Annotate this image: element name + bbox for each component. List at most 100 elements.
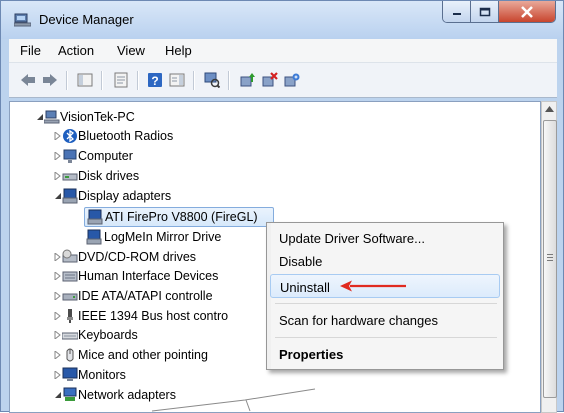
collapsed-triangle-icon[interactable]: [54, 351, 62, 359]
tree-item-disk-drives[interactable]: Disk drives: [54, 167, 254, 185]
tree-item-computer[interactable]: Computer: [54, 147, 254, 165]
collapsed-triangle-icon[interactable]: [54, 292, 62, 300]
tree-item-label: DVD/CD-ROM drives: [78, 250, 197, 264]
tree-item-label: Mice and other pointing: [78, 348, 208, 362]
network-adapter-icon: [63, 387, 77, 401]
collapsed-triangle-icon[interactable]: [54, 312, 62, 320]
help-icon[interactable]: ?: [147, 72, 163, 88]
collapsed-triangle-icon[interactable]: [54, 132, 62, 140]
tree-item-label: Human Interface Devices: [78, 269, 219, 283]
bluetooth-icon: [63, 129, 77, 143]
tree-item-label: LogMeIn Mirror Drive: [104, 230, 222, 244]
toolbar-separator: [193, 71, 195, 90]
menu-view[interactable]: View: [117, 43, 145, 58]
menu-item-label: Scan for hardware changes: [279, 313, 438, 328]
enable-device-icon[interactable]: [284, 72, 300, 88]
menu-item-update-driver[interactable]: Update Driver Software...: [270, 226, 500, 250]
tree-item-dvd-cd-rom[interactable]: DVD/CD-ROM drives: [54, 248, 254, 266]
red-arrow-annotation-icon: [340, 280, 406, 292]
toolbar-separator: [228, 71, 230, 90]
keyboard-icon: [62, 332, 78, 340]
tree-item-display-adapters[interactable]: Display adapters: [54, 187, 254, 205]
show-hide-console-tree-icon[interactable]: [77, 72, 93, 88]
expanded-triangle-icon[interactable]: [36, 113, 44, 121]
menu-separator: [275, 337, 497, 338]
collapsed-triangle-icon[interactable]: [54, 371, 62, 379]
tree-item-ati-firepro[interactable]: ATI FirePro V8800 (FireGL): [84, 207, 274, 227]
display-adapter-icon: [87, 209, 103, 225]
disk-drive-icon: [62, 173, 78, 181]
scroll-thumb[interactable]: [543, 120, 557, 398]
tree-item-label: IDE ATA/ATAPI controlle: [78, 289, 213, 303]
caption-buttons: [442, 1, 556, 23]
callout-lines: [151, 388, 316, 412]
menu-help[interactable]: Help: [165, 43, 192, 58]
expanded-triangle-icon[interactable]: [54, 192, 62, 200]
hid-icon: [62, 271, 78, 282]
close-icon: [521, 5, 533, 18]
close-button[interactable]: [499, 1, 555, 22]
toolbar-separator: [137, 71, 139, 90]
tree-item-ide-ata[interactable]: IDE ATA/ATAPI controlle: [54, 287, 254, 305]
tree-item-label: Disk drives: [78, 169, 140, 183]
computer-icon: [63, 149, 77, 163]
maximize-button[interactable]: [471, 1, 499, 22]
svg-text:?: ?: [151, 74, 158, 88]
menu-file[interactable]: File: [20, 43, 41, 58]
tree-item-label: Bluetooth Radios: [78, 129, 174, 143]
action-pane-icon[interactable]: [169, 72, 185, 88]
device-manager-icon: [14, 13, 31, 27]
scan-hardware-changes-icon[interactable]: [204, 72, 220, 88]
menu-item-label: Uninstall: [280, 280, 330, 295]
tree-item-label: Computer: [78, 149, 133, 163]
collapsed-triangle-icon[interactable]: [54, 253, 62, 261]
mouse-icon: [66, 348, 74, 362]
tree-item-bluetooth[interactable]: Bluetooth Radios: [54, 127, 254, 145]
tree-item-mice[interactable]: Mice and other pointing: [54, 346, 254, 364]
properties-icon[interactable]: [113, 72, 129, 88]
tree-item-label: Monitors: [78, 368, 126, 382]
window-title: Device Manager: [39, 12, 134, 27]
collapsed-triangle-icon[interactable]: [54, 172, 62, 180]
menu-action[interactable]: Action: [58, 43, 94, 58]
uninstall-device-icon[interactable]: [262, 72, 278, 88]
tree-item-logmein-mirror[interactable]: LogMeIn Mirror Drive: [84, 228, 272, 246]
menu-item-scan-hardware[interactable]: Scan for hardware changes: [270, 308, 500, 332]
menu-item-properties[interactable]: Properties: [270, 342, 500, 366]
tree-item-ieee1394[interactable]: IEEE 1394 Bus host contro: [54, 307, 254, 325]
menu-item-label: Disable: [279, 254, 323, 269]
computer-network-icon: [44, 110, 60, 124]
maximize-icon: [479, 7, 490, 16]
minimize-icon: [452, 12, 461, 15]
tree-item-label: ATI FirePro V8800 (FireGL): [105, 210, 258, 224]
vertical-scrollbar[interactable]: [541, 101, 557, 413]
minimize-button[interactable]: [443, 1, 471, 22]
menu-item-label: Properties: [279, 347, 344, 362]
tree-item-keyboards[interactable]: Keyboards: [54, 326, 254, 344]
collapsed-triangle-icon[interactable]: [54, 152, 62, 160]
context-menu: Update Driver Software... Disable Uninst…: [266, 222, 504, 370]
ieee1394-icon: [67, 309, 73, 323]
tree-item-label: IEEE 1394 Bus host contro: [78, 309, 229, 323]
menu-bar: File Action View Help: [9, 39, 557, 63]
menu-item-disable[interactable]: Disable: [270, 249, 500, 273]
title-bar[interactable]: Device Manager: [1, 1, 563, 39]
tree-item-hid[interactable]: Human Interface Devices: [54, 267, 254, 285]
forward-arrow-icon[interactable]: [42, 72, 58, 88]
back-arrow-icon[interactable]: [20, 72, 36, 88]
dvd-drive-icon: [62, 249, 78, 263]
monitor-icon: [62, 367, 78, 381]
menu-item-label: Update Driver Software...: [279, 231, 425, 246]
tree-item-label: Display adapters: [78, 189, 172, 203]
collapsed-triangle-icon[interactable]: [54, 272, 62, 280]
update-driver-icon[interactable]: [240, 72, 256, 88]
menu-separator: [275, 303, 497, 304]
ide-controller-icon: [62, 293, 78, 301]
tree-root-label: VisionTek-PC: [60, 110, 135, 124]
tree-root[interactable]: VisionTek-PC: [36, 108, 186, 126]
tree-item-monitors[interactable]: Monitors: [54, 366, 254, 384]
expanded-triangle-icon[interactable]: [54, 391, 62, 399]
display-adapter-icon: [86, 229, 102, 245]
collapsed-triangle-icon[interactable]: [54, 331, 62, 339]
scroll-up-arrow-icon[interactable]: [545, 106, 554, 112]
